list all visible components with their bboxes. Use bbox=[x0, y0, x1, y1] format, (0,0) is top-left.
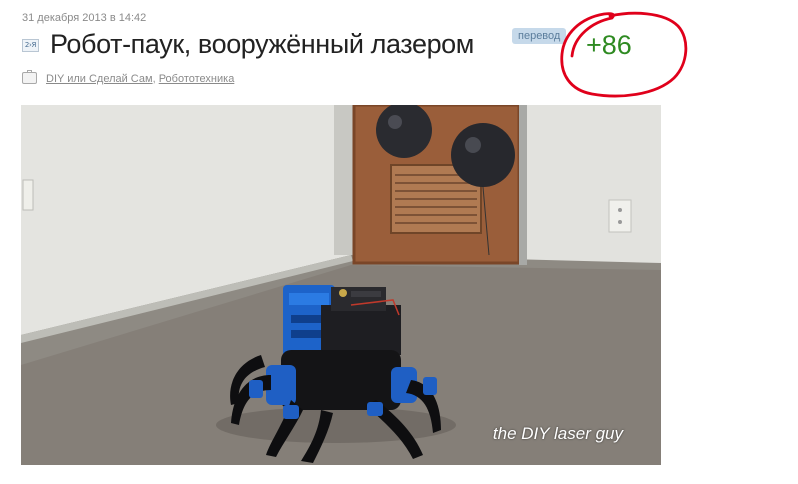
hub-link-diy[interactable]: DIY или Сделай Сам bbox=[46, 73, 153, 85]
photo-caption: the DIY laser guy bbox=[492, 424, 623, 443]
post-hubs: DIY или Сделай Сам, Робототехника bbox=[46, 73, 234, 85]
post-date: 31 декабря 2013 в 14:42 bbox=[22, 12, 147, 24]
translation-badge: перевод bbox=[512, 28, 567, 44]
briefcase-icon bbox=[22, 70, 37, 84]
robot-spider-photo bbox=[21, 105, 661, 465]
post-photo[interactable]: the DIY laser guy bbox=[21, 105, 661, 465]
post-score: +86 bbox=[586, 30, 632, 60]
post-title[interactable]: Робот-паук, вооружённый лазером bbox=[50, 29, 474, 60]
hub-link-robotics[interactable]: Робототехника bbox=[159, 73, 235, 85]
translation-icon: 2›Я bbox=[22, 39, 39, 52]
